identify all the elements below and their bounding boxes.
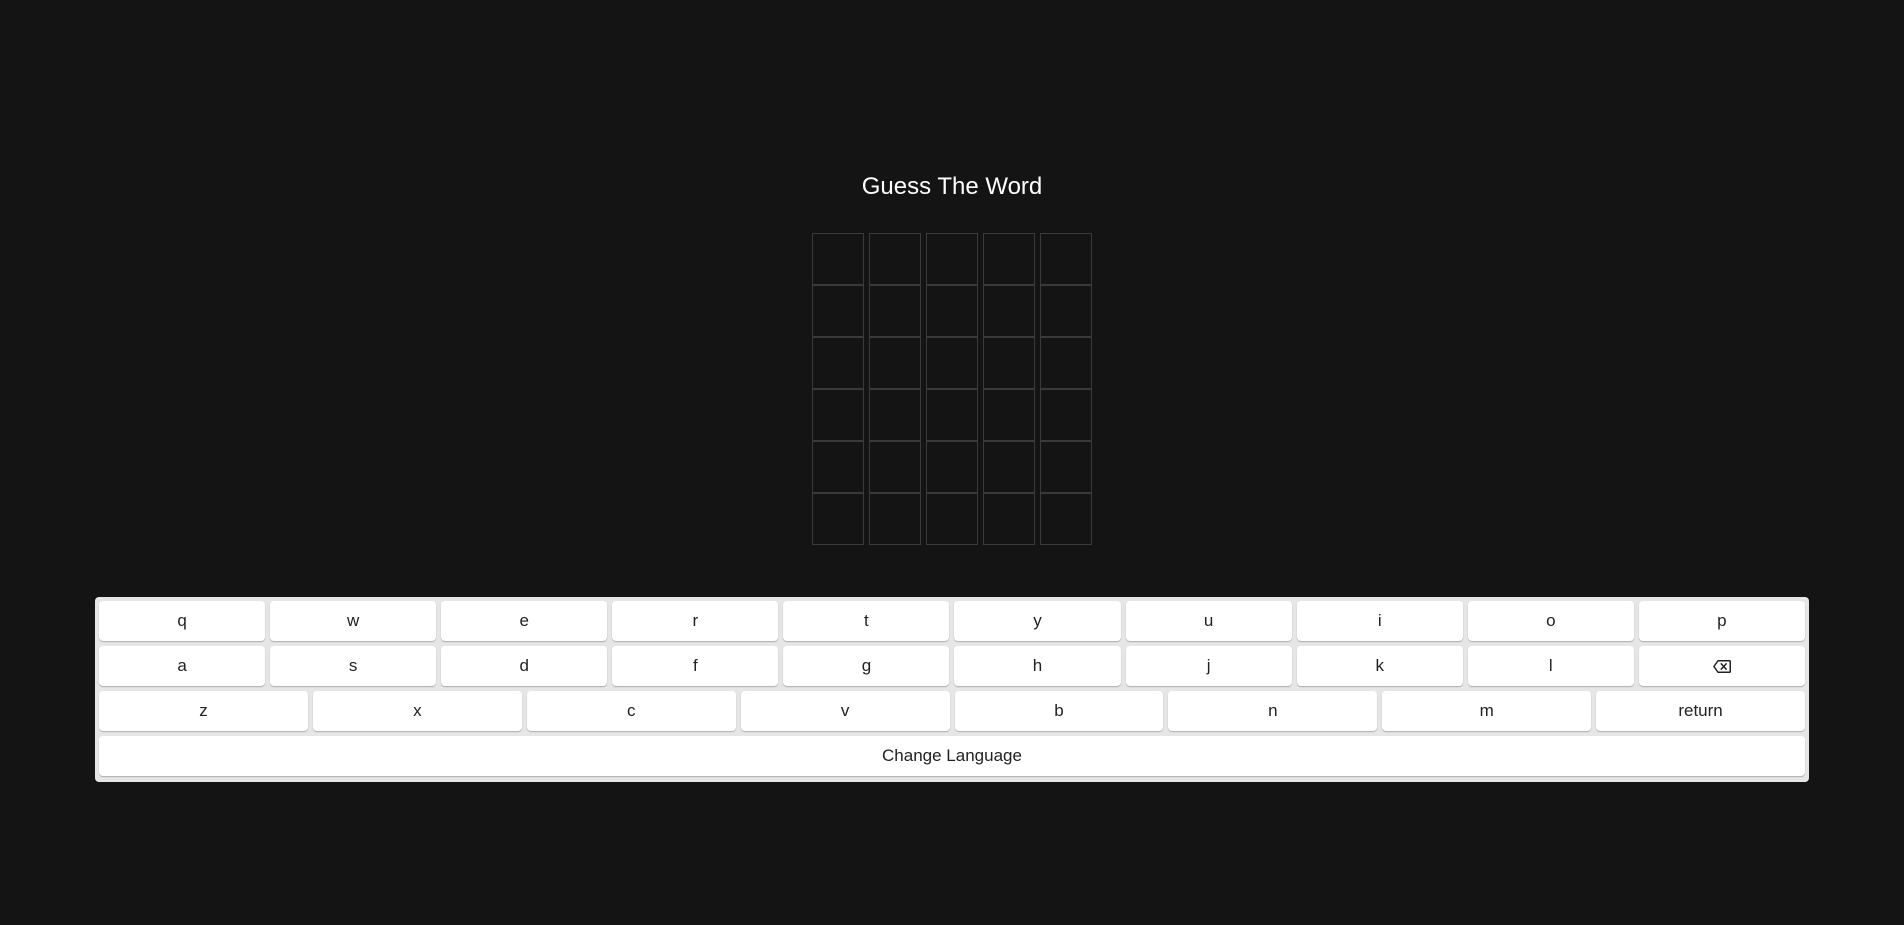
keyboard-row-2: a s d f g h j k l [99,646,1805,686]
board-tile [869,493,921,545]
game-screen: Guess The Word q w e r t y u i o p a s d… [0,0,1904,925]
board-tile [869,285,921,337]
board-tile [983,389,1035,441]
board-tile [812,285,864,337]
board-tile [1040,493,1092,545]
key-e[interactable]: e [441,601,608,641]
guess-board [812,233,1092,545]
board-tile [926,285,978,337]
return-key[interactable]: return [1596,691,1805,731]
backspace-icon [1713,659,1731,673]
key-v[interactable]: v [740,691,950,731]
key-i[interactable]: i [1296,601,1463,641]
board-tile [812,233,864,285]
key-g[interactable]: g [783,646,950,686]
board-tile [926,233,978,285]
keyboard-row-1: q w e r t y u i o p [99,601,1805,641]
board-tile [869,389,921,441]
key-j[interactable]: j [1125,646,1292,686]
keyboard-row-3: z x c v b n m return [99,691,1805,731]
key-k[interactable]: k [1296,646,1463,686]
board-tile [926,493,978,545]
backspace-key[interactable] [1638,646,1805,686]
key-p[interactable]: p [1638,601,1805,641]
board-tile [1040,233,1092,285]
board-tile [926,337,978,389]
key-n[interactable]: n [1168,691,1378,731]
key-a[interactable]: a [99,646,266,686]
keyboard-row-4: Change Language [99,736,1805,776]
key-y[interactable]: y [954,601,1121,641]
key-u[interactable]: u [1125,601,1292,641]
key-m[interactable]: m [1382,691,1592,731]
key-x[interactable]: x [312,691,522,731]
board-tile [869,233,921,285]
board-tile [869,337,921,389]
board-tile [1040,337,1092,389]
key-w[interactable]: w [270,601,437,641]
board-tile [1040,285,1092,337]
key-c[interactable]: c [526,691,736,731]
on-screen-keyboard: q w e r t y u i o p a s d f g h j k l z … [95,597,1809,782]
board-tile [926,441,978,493]
board-tile [812,493,864,545]
page-title: Guess The Word [861,173,1043,200]
board-tile [983,233,1035,285]
key-d[interactable]: d [441,646,608,686]
key-f[interactable]: f [612,646,779,686]
key-s[interactable]: s [270,646,437,686]
change-language-button[interactable]: Change Language [99,736,1805,776]
board-tile [1040,441,1092,493]
key-q[interactable]: q [99,601,266,641]
key-b[interactable]: b [954,691,1164,731]
board-tile [983,441,1035,493]
board-tile [1040,389,1092,441]
key-o[interactable]: o [1467,601,1634,641]
key-r[interactable]: r [612,601,779,641]
board-tile [812,441,864,493]
key-h[interactable]: h [954,646,1121,686]
board-tile [983,493,1035,545]
board-tile [983,285,1035,337]
board-tile [869,441,921,493]
board-tile [812,389,864,441]
board-tile [983,337,1035,389]
board-tile [926,389,978,441]
key-l[interactable]: l [1467,646,1634,686]
key-z[interactable]: z [99,691,308,731]
board-tile [812,337,864,389]
key-t[interactable]: t [783,601,950,641]
